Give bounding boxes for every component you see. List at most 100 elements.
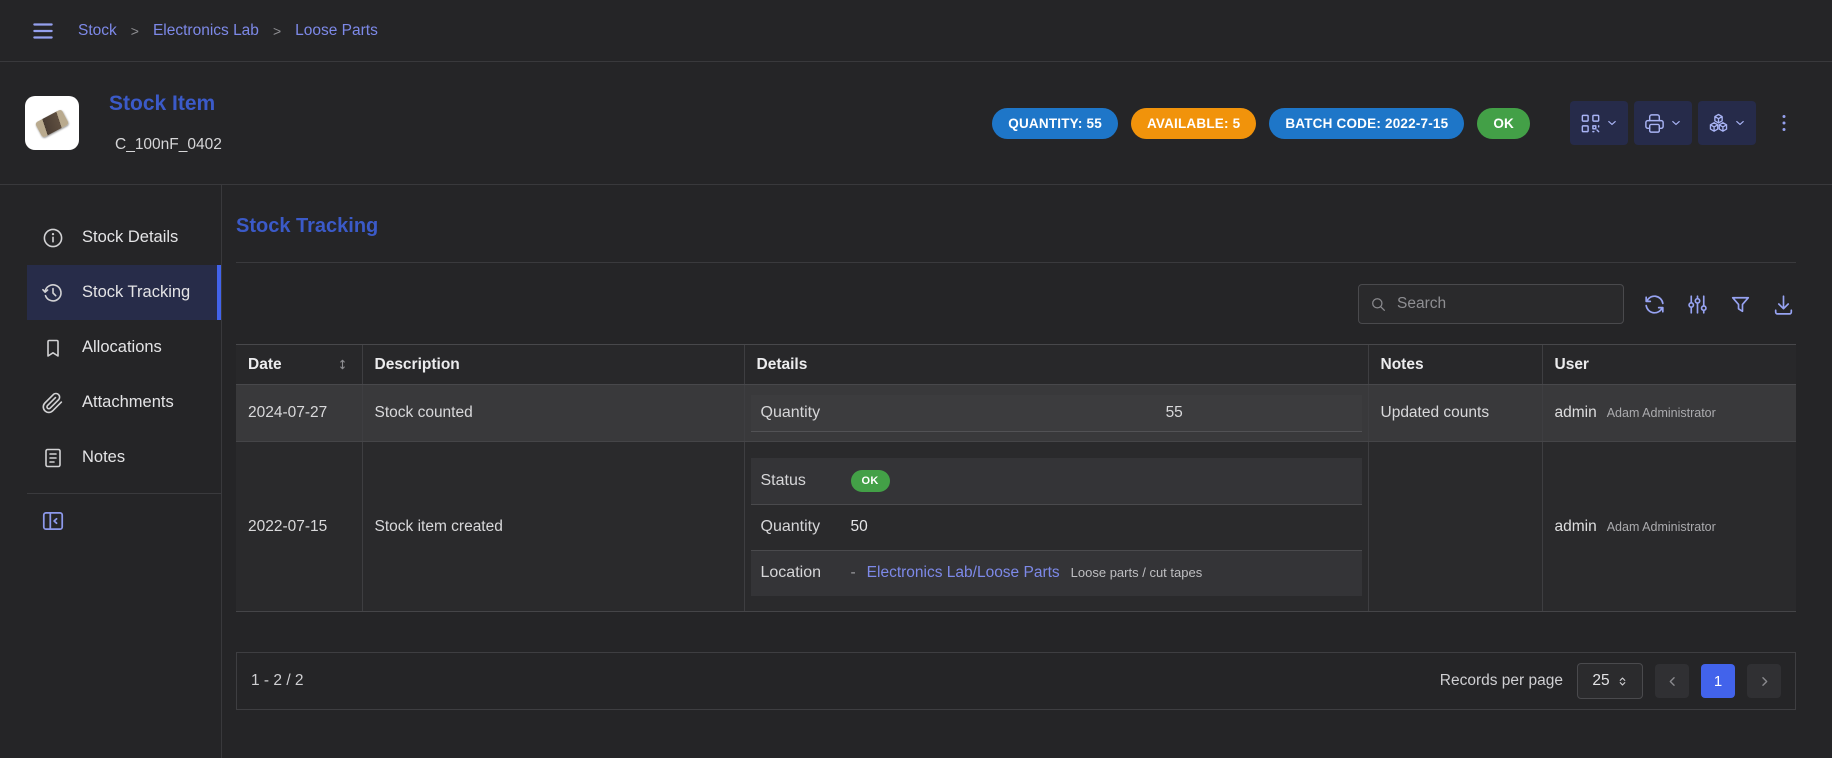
stock-actions-button[interactable]: [1698, 101, 1756, 145]
cell-description: Stock counted: [362, 385, 744, 442]
sidebar-item-label: Allocations: [82, 338, 162, 357]
page-1-button[interactable]: 1: [1701, 664, 1735, 698]
notes-icon: [41, 446, 65, 470]
records-per-page-select[interactable]: 25: [1577, 663, 1643, 699]
search-input[interactable]: [1397, 295, 1613, 313]
location-note: Loose parts / cut tapes: [1071, 565, 1203, 580]
sort-icon: [335, 357, 350, 372]
sidebar-item-attachments[interactable]: Attachments: [27, 375, 221, 430]
panel-title: Stock Tracking: [236, 215, 1796, 238]
username: admin: [1555, 518, 1597, 535]
main-panel: Stock Tracking: [222, 185, 1832, 758]
cell-user: admin Adam Administrator: [1542, 442, 1796, 612]
packages-icon: [1707, 112, 1730, 135]
select-stepper-icon: [1617, 674, 1628, 689]
cell-notes: [1368, 442, 1542, 612]
adjustments-icon[interactable]: [1685, 292, 1710, 317]
sidebar-item-stock-details[interactable]: Stock Details: [27, 210, 221, 265]
next-page-button[interactable]: [1747, 664, 1781, 698]
sidebar-item-label: Notes: [82, 448, 125, 467]
detail-value: 55: [997, 404, 1352, 422]
detail-key: Quantity: [761, 518, 851, 536]
user-fullname: Adam Administrator: [1607, 520, 1716, 534]
sidebar-item-notes[interactable]: Notes: [27, 430, 221, 485]
chevron-left-icon: [1665, 674, 1680, 689]
user-fullname: Adam Administrator: [1607, 406, 1716, 420]
search-box: [1358, 284, 1624, 324]
detail-key: Status: [761, 472, 851, 490]
filter-icon[interactable]: [1728, 292, 1753, 317]
detail-row-location: Location - Electronics Lab/Loose Parts L…: [751, 550, 1362, 596]
sidebar: Stock Details Stock Tracking Allocations…: [0, 185, 222, 758]
page-title: Stock Item: [109, 92, 228, 116]
previous-page-button[interactable]: [1655, 664, 1689, 698]
action-buttons: [1570, 101, 1796, 145]
chevron-right-icon: [1757, 674, 1772, 689]
cell-user: admin Adam Administrator: [1542, 385, 1796, 442]
bookmark-icon: [41, 336, 65, 360]
dots-vertical-icon[interactable]: [1772, 111, 1796, 135]
sidebar-item-stock-tracking[interactable]: Stock Tracking: [27, 265, 221, 320]
capacitor-image: [35, 108, 69, 137]
history-icon: [41, 281, 65, 305]
column-header-description: Description: [362, 345, 744, 385]
column-header-user: User: [1542, 345, 1796, 385]
detail-row-quantity: Quantity 50: [751, 504, 1362, 550]
column-header-label: Date: [248, 356, 282, 374]
stock-item-thumbnail[interactable]: [25, 96, 79, 150]
menu-icon[interactable]: [30, 18, 56, 44]
cell-details: Quantity 55: [744, 385, 1368, 442]
sidebar-item-label: Stock Details: [82, 228, 178, 247]
cell-date: 2024-07-27: [236, 385, 362, 442]
search-icon: [1369, 295, 1388, 314]
cell-date: 2022-07-15: [236, 442, 362, 612]
sidebar-collapse-icon[interactable]: [40, 508, 221, 534]
barcode-actions-button[interactable]: [1570, 101, 1628, 145]
location-link[interactable]: Electronics Lab/Loose Parts: [867, 564, 1060, 582]
detail-row-quantity: Quantity 55: [751, 395, 1362, 432]
breadcrumb-separator: >: [273, 23, 281, 39]
username: admin: [1555, 404, 1597, 421]
location-prefix: -: [851, 564, 856, 582]
page-header: Stock Item C_100nF_0402 QUANTITY: 55 AVA…: [0, 62, 1832, 185]
breadcrumb-separator: >: [131, 23, 139, 39]
breadcrumb-loose-parts[interactable]: Loose Parts: [295, 22, 378, 40]
title-divider: [236, 262, 1796, 263]
sidebar-item-label: Attachments: [82, 393, 174, 412]
status-badges: QUANTITY: 55 AVAILABLE: 5 BATCH CODE: 20…: [992, 108, 1530, 139]
print-actions-button[interactable]: [1634, 101, 1692, 145]
ok-status-badge: OK: [851, 470, 890, 492]
detail-key: Location: [761, 564, 851, 582]
download-icon[interactable]: [1771, 292, 1796, 317]
table-toolbar: [236, 284, 1796, 324]
ok-status-badge: OK: [1477, 108, 1530, 139]
column-header-date[interactable]: Date: [236, 345, 362, 385]
stock-tracking-table: Date Description Details Notes User 2024…: [236, 344, 1796, 612]
table-header-row: Date Description Details Notes User: [236, 345, 1796, 385]
column-header-notes: Notes: [1368, 345, 1542, 385]
refresh-icon[interactable]: [1642, 292, 1667, 317]
chevron-down-icon: [1733, 116, 1747, 130]
column-header-details: Details: [744, 345, 1368, 385]
cell-details: Status OK Quantity 50 Location -: [744, 442, 1368, 612]
breadcrumb: Stock > Electronics Lab > Loose Parts: [78, 22, 378, 40]
cell-notes: Updated counts: [1368, 385, 1542, 442]
table-row: 2022-07-15 Stock item created Status OK …: [236, 442, 1796, 612]
records-per-page-value: 25: [1592, 672, 1609, 690]
sidebar-item-label: Stock Tracking: [82, 283, 190, 302]
paperclip-icon: [41, 391, 65, 415]
table-footer: 1 - 2 / 2 Records per page 25 1: [236, 652, 1796, 710]
chevron-down-icon: [1669, 116, 1683, 130]
qrcode-icon: [1579, 112, 1602, 135]
sidebar-item-allocations[interactable]: Allocations: [27, 320, 221, 375]
detail-key: Quantity: [761, 404, 997, 422]
table-row: 2024-07-27 Stock counted Quantity 55 Upd…: [236, 385, 1796, 442]
breadcrumb-stock[interactable]: Stock: [78, 22, 117, 40]
available-badge: AVAILABLE: 5: [1131, 108, 1256, 139]
detail-value: 50: [851, 518, 868, 536]
records-per-page-label: Records per page: [1440, 672, 1563, 690]
part-name: C_100nF_0402: [115, 136, 222, 154]
info-circle-icon: [41, 226, 65, 250]
breadcrumb-electronics-lab[interactable]: Electronics Lab: [153, 22, 259, 40]
record-range: 1 - 2 / 2: [251, 672, 304, 690]
